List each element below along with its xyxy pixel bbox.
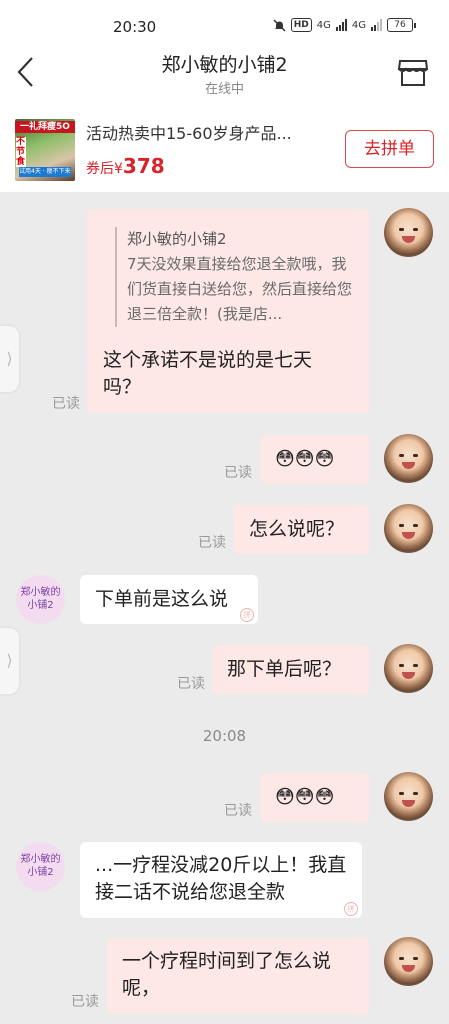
avatar[interactable] xyxy=(384,772,433,821)
message-text: 😳😳😳 xyxy=(275,786,335,808)
avatar[interactable] xyxy=(384,504,433,553)
message-bubble[interactable]: 怎么说呢？ xyxy=(234,505,369,554)
thumb-side-text: 不节食 xyxy=(16,137,26,167)
quoted-message[interactable]: 郑小敏的小铺2 7天没效果直接给您退全款哦，我们货直接白送给您，然后直接给您退三… xyxy=(115,227,355,327)
message-bubble[interactable]: 一个疗程时间到了怎么说呢， xyxy=(107,938,369,1014)
edge-expand-tab[interactable]: ⟩ xyxy=(0,628,19,694)
seal-icon: 拼 xyxy=(240,608,254,622)
message-bubble[interactable]: 😳😳😳 xyxy=(261,435,369,484)
product-name[interactable]: 活动热卖中15-60岁身产品... xyxy=(86,120,292,144)
product-price: 券后¥378 xyxy=(86,154,165,178)
store-icon[interactable] xyxy=(397,58,429,88)
group-buy-button[interactable]: 去拼单 xyxy=(345,130,434,168)
read-receipt: 已读 xyxy=(71,994,99,1010)
thumb-bottom-text: 试用4天 · 瘦不下来退 xyxy=(19,167,71,177)
read-receipt: 已读 xyxy=(224,465,252,481)
page-title: 郑小敏的小铺2 xyxy=(161,54,288,76)
product-thumbnail[interactable]: 一礼拜瘦5O 不节食 试用4天 · 瘦不下来退 xyxy=(15,119,75,181)
chat-header: 郑小敏的小铺2 在线中 xyxy=(0,40,449,104)
mute-bell-icon xyxy=(273,18,286,32)
message-bubble[interactable]: 下单前是这么说 拼 xyxy=(80,575,258,624)
hd-badge: HD xyxy=(290,18,312,32)
product-card[interactable]: 一礼拜瘦5O 不节食 试用4天 · 瘦不下来退 活动热卖中15-60岁身产品..… xyxy=(0,104,449,192)
read-receipt: 已读 xyxy=(52,396,80,412)
edge-expand-tab[interactable]: ⟩ xyxy=(0,326,19,392)
message-bubble[interactable]: 那下单后呢？ xyxy=(212,645,369,694)
read-receipt: 已读 xyxy=(177,676,205,692)
online-status: 在线中 xyxy=(204,82,244,97)
quote-sender: 郑小敏的小铺2 xyxy=(127,230,227,248)
signal-icon xyxy=(371,19,382,31)
price-prefix: 券后¥ xyxy=(86,161,123,177)
message-bubble[interactable]: 😳😳😳 xyxy=(261,773,369,822)
chevron-right-icon: ⟩ xyxy=(6,651,13,670)
message-text: 😳😳😳 xyxy=(275,448,335,470)
status-icons: HD 4G 4G 76 xyxy=(273,18,416,32)
message-bubble[interactable]: ...一疗程没减20斤以上！我直接二话不说给您退全款 拼 xyxy=(80,842,362,918)
network-label: 4G xyxy=(351,19,366,31)
avatar[interactable] xyxy=(384,937,433,986)
message-text: 一个疗程时间到了怎么说呢， xyxy=(122,950,332,999)
status-bar: 20:30 HD 4G 4G 76 xyxy=(0,0,449,40)
price-value: 378 xyxy=(122,154,165,178)
thumb-banner: 一礼拜瘦5O xyxy=(15,121,75,133)
timestamp: 20:08 xyxy=(202,727,247,745)
quote-text: 7天没效果直接给您退全款哦，我们货直接白送给您，然后直接给您退三倍全款！(我是店… xyxy=(127,255,353,323)
message-text: ...一疗程没减20斤以上！我直接二话不说给您退全款 xyxy=(95,854,347,903)
avatar[interactable] xyxy=(384,208,433,257)
status-time: 20:30 xyxy=(113,18,157,36)
message-text: 那下单后呢？ xyxy=(227,658,342,680)
signal-icon xyxy=(335,19,347,31)
shop-avatar[interactable]: 郑小敏的小铺2 xyxy=(16,842,65,891)
chevron-right-icon: ⟩ xyxy=(6,349,13,368)
message-text: 这个承诺不是说的是七天吗？ xyxy=(103,349,313,398)
avatar[interactable] xyxy=(384,434,433,483)
battery-icon: 76 xyxy=(387,18,416,32)
network-label: 4G xyxy=(316,19,331,31)
avatar[interactable] xyxy=(384,644,433,693)
read-receipt: 已读 xyxy=(198,535,226,551)
message-text: 怎么说呢？ xyxy=(249,518,345,540)
read-receipt: 已读 xyxy=(224,803,252,819)
message-text: 下单前是这么说 xyxy=(95,588,229,610)
seal-icon: 拼 xyxy=(344,902,358,916)
message-bubble[interactable]: 郑小敏的小铺2 7天没效果直接给您退全款哦，我们货直接白送给您，然后直接给您退三… xyxy=(87,209,369,413)
shop-avatar[interactable]: 郑小敏的小铺2 xyxy=(16,575,65,624)
